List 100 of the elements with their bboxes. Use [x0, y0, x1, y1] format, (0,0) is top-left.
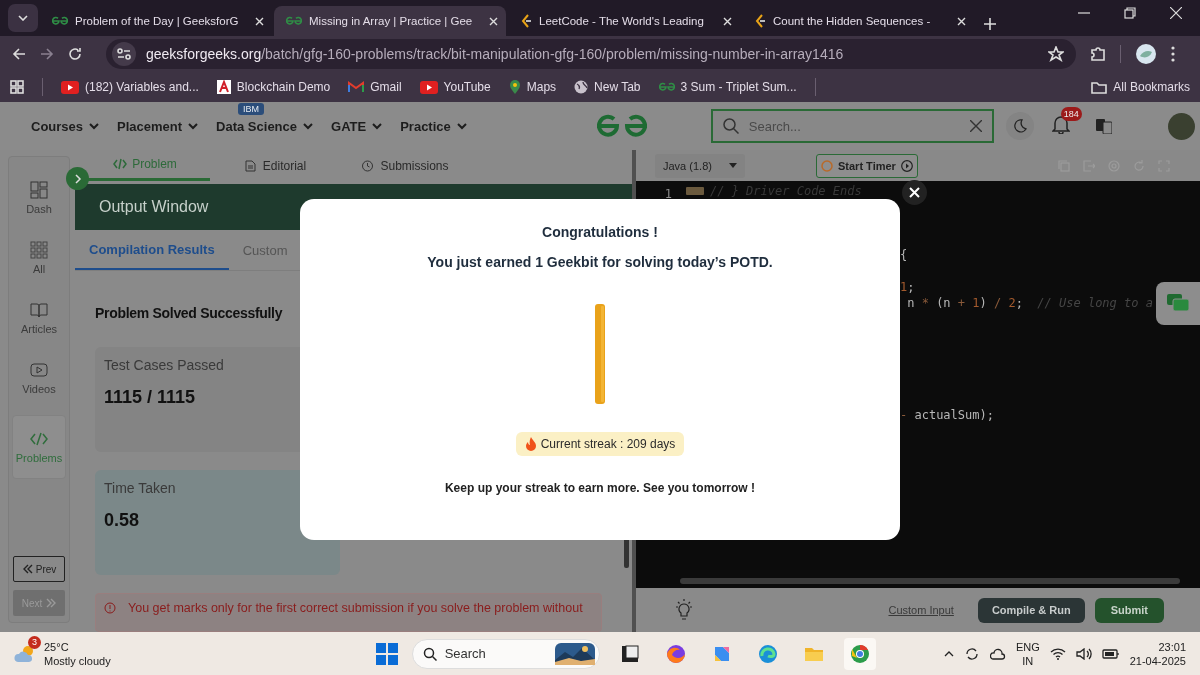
temperature: 25°C [44, 639, 70, 654]
caret-icon [372, 122, 383, 130]
video-icon [30, 361, 48, 379]
bookmark[interactable]: Gmail [348, 80, 402, 94]
tab[interactable]: Submissions [340, 150, 470, 181]
bracket-logo-icon [520, 13, 532, 29]
dashboard-icon [30, 181, 48, 199]
wave-browser-icon[interactable] [756, 642, 779, 665]
profile-icon[interactable] [1135, 43, 1157, 65]
tab-search-button[interactable] [8, 4, 38, 32]
prev-button[interactable]: Prev [13, 556, 65, 582]
caret-icon [729, 163, 737, 168]
tab[interactable]: Editorial [210, 150, 340, 181]
theme-toggle[interactable] [1005, 112, 1034, 140]
new-tab-icon[interactable] [984, 18, 996, 30]
notification-badge: 184 [1060, 107, 1082, 121]
sidebar-item[interactable]: Videos [13, 355, 65, 401]
card-label: Test Cases Passed [104, 357, 225, 373]
all-bookmarks-button[interactable]: All Bookmarks [1091, 80, 1190, 94]
info-icon [104, 602, 116, 614]
globe-icon [574, 80, 589, 94]
caret-icon [188, 122, 199, 130]
star-icon[interactable] [1048, 46, 1064, 62]
close-icon[interactable] [255, 16, 264, 26]
bookmark[interactable]: YouTube [419, 80, 491, 94]
compile-run-button[interactable]: Compile & Run [977, 597, 1085, 623]
custom-input-link[interactable]: Custom Input [888, 604, 954, 616]
bookmark[interactable]: Maps [508, 79, 557, 95]
fox-browser-icon[interactable] [664, 642, 687, 665]
triangle-logo-icon [216, 80, 231, 94]
browser-ring-icon[interactable] [848, 642, 871, 665]
tune-icon [117, 48, 131, 60]
bookmark[interactable]: New Tab [574, 80, 641, 94]
play-circle-icon [900, 159, 913, 172]
chevron-right-icon [73, 173, 82, 184]
submit-button[interactable]: Submit [1094, 597, 1164, 623]
clear-icon[interactable] [969, 120, 982, 132]
lightbulb-icon[interactable] [674, 599, 694, 621]
caret-icon [303, 122, 313, 130]
code-line: - actualSum); [900, 408, 994, 422]
close-icon [909, 187, 920, 198]
browser-tab[interactable]: Missing in Array | Practice | Gee [274, 6, 506, 36]
folder-icon [1091, 80, 1108, 94]
cloud-icon[interactable] [989, 646, 1006, 661]
sidebar-item[interactable]: Dash [13, 175, 65, 221]
caret-icon [89, 122, 100, 130]
scrollbar [624, 538, 629, 568]
start-icon[interactable] [375, 642, 398, 665]
address-bar[interactable]: geeksforgeeks.org/batch/gfg-160-problems/track/bit-manipulation-gfg-160/problem/missing-number-in-array1416 [106, 39, 1076, 69]
start-timer-button[interactable]: Start Timer [816, 153, 918, 178]
browser-tab[interactable]: LeetCode - The World's Leading [508, 6, 740, 36]
language-dropdown[interactable]: Java (1.8) [655, 153, 745, 178]
nav-menu[interactable]: Practice [400, 118, 467, 134]
code-icon [113, 158, 128, 170]
language-indicator[interactable]: ENG IN [1015, 639, 1040, 668]
book-icon [30, 301, 48, 319]
envelope-icon [348, 81, 365, 93]
site-logo-icon [658, 82, 675, 92]
forward-arrow-icon[interactable] [40, 47, 54, 61]
nav-menu[interactable]: GATE [331, 118, 383, 134]
avatar[interactable] [1167, 112, 1195, 140]
close-icon[interactable] [489, 16, 498, 26]
browser-tab[interactable]: Count the Hidden Sequences - [742, 6, 974, 36]
browser-tab[interactable]: Problem of the Day | GeeksforG [40, 6, 272, 36]
search-box[interactable]: Search... [710, 109, 994, 143]
reload-icon[interactable] [68, 47, 82, 61]
back-arrow-icon[interactable] [12, 47, 26, 61]
speaker-icon[interactable] [1075, 647, 1092, 660]
bookmark[interactable]: 3 Sum - Triplet Sum... [658, 80, 797, 94]
close-icon[interactable] [723, 16, 732, 26]
translate-icon[interactable] [1095, 118, 1112, 134]
coin-icon [594, 304, 606, 404]
site-logo-icon [52, 16, 68, 26]
sync-icon[interactable] [963, 645, 980, 662]
more-icon[interactable] [1171, 46, 1175, 62]
nav-menu[interactable]: Courses [31, 118, 100, 134]
notification-badge: 3 [28, 635, 41, 649]
sidebar-item[interactable]: All [13, 235, 65, 281]
bookmark[interactable]: Blockchain Demo [216, 80, 331, 94]
restore-icon[interactable] [1124, 7, 1136, 19]
caret-icon [456, 122, 467, 130]
close-icon[interactable] [1170, 7, 1182, 19]
sidebar-item[interactable]: Articles [13, 295, 65, 341]
search-input[interactable]: Search... [746, 117, 962, 135]
apps-grid-icon[interactable] [10, 80, 24, 94]
taskbar-search[interactable]: Search [411, 638, 600, 669]
bookmark[interactable]: (182) Variables and... [61, 80, 199, 94]
battery-icon[interactable] [1101, 648, 1120, 659]
wifi-icon[interactable] [1049, 647, 1066, 660]
close-icon[interactable] [957, 16, 966, 26]
nav-menu[interactable]: Placement [117, 118, 199, 134]
card-label: Time Taken [104, 480, 177, 496]
double-chevron-icon [21, 564, 33, 574]
nav-menu[interactable]: Data Science [216, 118, 313, 134]
clock[interactable]: 23:01 21-04-2025 [1129, 639, 1186, 668]
puzzle-icon[interactable] [1090, 46, 1106, 62]
chevron-up-icon[interactable] [943, 650, 954, 657]
url-text: geeksforgeeks.org/batch/gfg-160-problems/track/bit-manipulation-gfg-160/problem/missing-number-in-array1416 [146, 46, 844, 62]
grid-icon [30, 241, 48, 259]
caret-icon [18, 15, 28, 21]
